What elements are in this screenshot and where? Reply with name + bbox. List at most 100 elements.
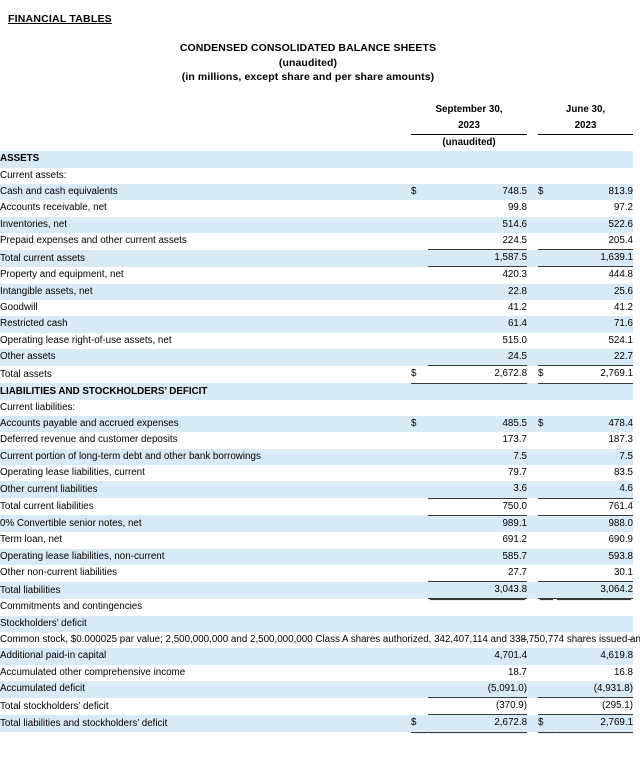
row-value-col2: 16.8	[613, 666, 634, 678]
row-gap	[527, 680, 539, 698]
row-currency-col1	[411, 432, 428, 448]
row-currency-col2	[538, 333, 555, 349]
row-value-col2: 187.3	[608, 434, 634, 446]
row-gap	[527, 714, 539, 733]
row-value-col2: 522.6	[555, 216, 634, 233]
sd-n1	[428, 615, 528, 632]
row-gap	[527, 498, 538, 515]
row-currency-col1	[411, 316, 428, 333]
row-currency-col1	[411, 481, 428, 499]
row-commitments: Commitments and contingencies	[0, 599, 633, 616]
row-currency-col2	[538, 532, 555, 548]
cl-n2	[555, 400, 633, 416]
row-currency-col2: $	[538, 365, 556, 384]
balance-sheet-table: September 30, June 30, 2023 2023 (unaudi…	[0, 102, 640, 750]
header-spacer-2	[0, 118, 411, 135]
row-currency-col1	[411, 267, 428, 284]
table-row-total: Total assets $ 2,672.8 $ 2,769.1	[0, 365, 634, 384]
row-gap	[527, 648, 539, 665]
row-currency-col2	[538, 481, 556, 499]
row-label: Property and equipment, net	[0, 269, 124, 281]
header-spacer	[0, 102, 411, 118]
row-value-col2: 30.1	[555, 564, 634, 583]
row-currency-col2	[538, 249, 556, 268]
table-row: Current portion of long-term debt and ot…	[0, 448, 634, 466]
row-currency-col2	[538, 232, 556, 251]
ca-gap	[527, 168, 538, 184]
row-label: 0% Convertible senior notes, net	[0, 515, 411, 533]
page-title: FINANCIAL TABLES	[8, 13, 112, 25]
row-value-col1: 515.0	[502, 334, 528, 346]
row-currency-col1	[411, 698, 428, 715]
row-currency-col2	[538, 348, 556, 367]
table-row: Cash and cash equivalents $ 748.5 $ 813.…	[0, 183, 634, 201]
row-currency-col2	[538, 465, 555, 481]
row-gap	[527, 416, 539, 433]
row-currency-col2	[538, 216, 556, 233]
cc-c1	[411, 599, 428, 616]
row-label: Total stockholders’ deficit	[0, 700, 109, 712]
row-gap	[527, 300, 538, 316]
subsection-label-current-assets: Current assets:	[0, 169, 67, 181]
row-value-col2: 4.6	[555, 481, 634, 499]
row-label: Accounts receivable, net	[0, 202, 107, 214]
table-row: Term loan, net 691.2 690.9	[0, 532, 633, 548]
row-gap	[527, 465, 538, 481]
subsection-row-current-assets: Current assets:	[0, 168, 633, 184]
row-label: Total liabilities and stockholders’ defi…	[0, 714, 411, 733]
row-gap	[527, 665, 538, 681]
row-label: Intangible assets, net	[0, 283, 411, 301]
table-row: Accumulated other comprehensive income 1…	[0, 665, 633, 681]
row-currency-col1	[411, 249, 428, 267]
row-currency-col1	[411, 680, 428, 698]
row-label: Accounts payable and accrued expenses	[0, 416, 411, 433]
row-gap	[527, 348, 539, 366]
row-currency-col2	[538, 300, 555, 316]
row-label: Total current liabilities	[0, 501, 94, 513]
table-row: Restricted cash 61.4 71.6	[0, 316, 634, 333]
row-currency-col1	[411, 348, 428, 366]
row-value-col1: (5,091.0)	[428, 680, 528, 699]
column-header-row-note: (unaudited)	[0, 135, 633, 152]
col1-note-unaudited: (unaudited)	[442, 137, 496, 149]
statement-units-note: (in millions, except share and per share…	[181, 71, 435, 83]
table-row: Accounts receivable, net 99.8 97.2	[0, 200, 633, 216]
row-label: Other assets	[0, 348, 411, 366]
liab-c1	[411, 383, 428, 400]
row-value-col2: 3,064.2	[555, 581, 634, 600]
row-gap	[527, 183, 539, 201]
row-currency-col2	[538, 498, 556, 516]
cl-n1	[428, 400, 527, 416]
row-value-col2: 444.8	[608, 269, 634, 281]
row-currency-col1	[411, 565, 428, 582]
table-row: Operating lease liabilities, current 79.…	[0, 465, 633, 481]
section-label-liabilities: LIABILITIES AND STOCKHOLDERS’ DEFICIT	[0, 383, 411, 400]
row-label: Total liabilities	[0, 581, 411, 599]
row-currency-col1	[411, 498, 428, 515]
col2-note	[538, 135, 633, 152]
statement-subtitle-unaudited: (unaudited)	[278, 56, 338, 69]
row-currency-col2	[538, 680, 556, 699]
row-currency-col1	[411, 532, 428, 548]
row-gap	[527, 200, 538, 216]
row-currency-col2	[538, 200, 555, 216]
row-value-col2: 205.4	[555, 232, 634, 251]
row-label: Other current liabilities	[0, 481, 411, 499]
row-gap	[527, 698, 538, 715]
row-value-col2: 2,769.1	[555, 714, 634, 733]
table-row-subtotal: Total current assets 1,587.5 1,639.1	[0, 249, 634, 268]
row-gap	[527, 565, 538, 582]
row-value-col1: 24.5	[428, 348, 528, 367]
row-value-col1: 79.7	[507, 467, 528, 479]
row-currency-col1	[411, 300, 428, 316]
bottom-spacer-row	[0, 732, 633, 749]
column-header-row-year: 2023 2023	[0, 117, 634, 136]
row-gap	[527, 581, 539, 599]
table-row: Operating lease right-of-use assets, net…	[0, 333, 633, 349]
row-currency-col2	[538, 548, 556, 565]
ca-c2	[538, 168, 555, 184]
col2-date-line2: 2023	[538, 117, 634, 136]
row-currency-col2	[538, 564, 556, 583]
cc-c2	[538, 599, 555, 616]
row-currency-col1	[411, 216, 428, 233]
